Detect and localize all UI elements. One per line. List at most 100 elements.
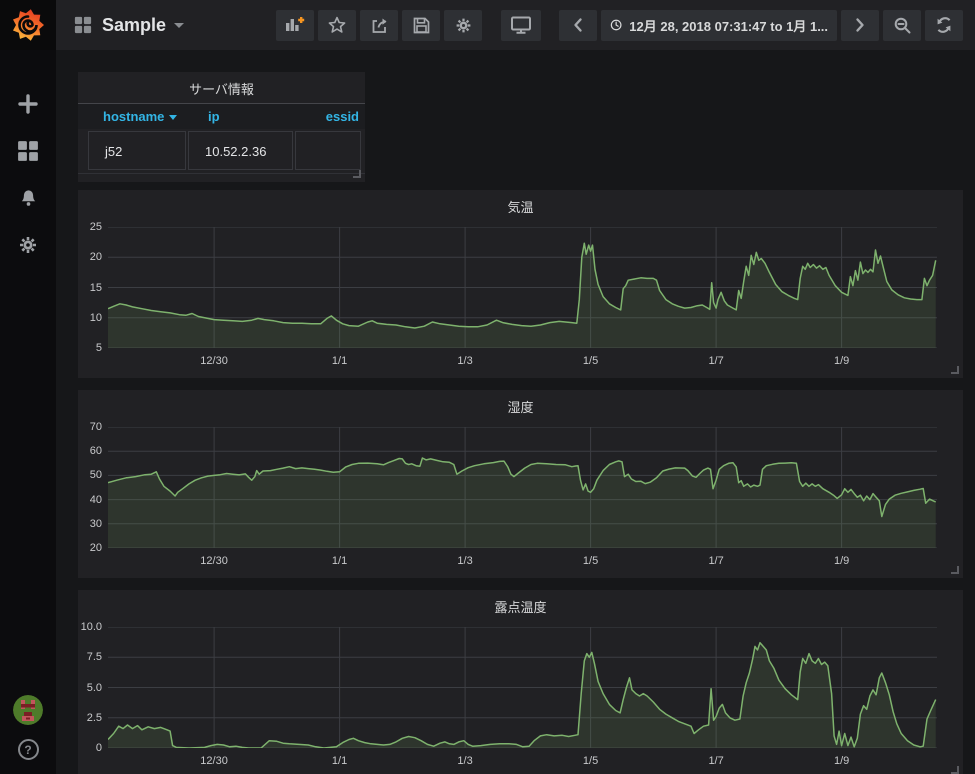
x-axis-tick-label: 1/3 <box>443 755 487 767</box>
cell-hostname: j52 <box>88 131 186 170</box>
sidebar-item-configuration[interactable] <box>16 233 40 257</box>
cell-ip: 10.52.2.36 <box>188 131 293 170</box>
y-axis-tick-label: 20 <box>78 251 102 263</box>
grafana-flame-icon <box>11 8 45 42</box>
dashboard-icon <box>74 16 92 34</box>
dashboard-nav: Sample <box>74 15 184 36</box>
y-axis-tick-label: 10.0 <box>78 621 102 633</box>
save-icon <box>412 16 431 35</box>
table-row: j52 10.52.2.36 <box>88 131 361 170</box>
y-axis-tick-label: 2.5 <box>78 712 102 724</box>
chevron-down-icon[interactable] <box>174 23 184 28</box>
share-dashboard-button[interactable] <box>360 10 398 41</box>
x-axis-tick-label: 1/5 <box>569 355 613 367</box>
y-axis-tick-label: 50 <box>78 469 102 481</box>
y-axis-tick-label: 25 <box>78 221 102 233</box>
chevron-left-icon <box>572 17 584 33</box>
tv-mode-button[interactable] <box>501 10 541 41</box>
plus-icon <box>17 93 39 115</box>
star-icon <box>328 16 346 34</box>
panel-title[interactable]: 湿度 <box>78 397 963 416</box>
table-header: hostname ip essid <box>78 103 365 129</box>
panel-server-info: サーバ情報 hostname ip essid j52 10.52.2.36 <box>78 72 365 182</box>
dashboard-toolbar <box>276 10 482 41</box>
help-button[interactable]: ? <box>18 739 39 760</box>
y-axis-tick-label: 30 <box>78 518 102 530</box>
time-range-picker[interactable]: 12月 28, 2018 07:31:47 to 1月 1... <box>601 10 837 41</box>
column-header-hostname[interactable]: hostname <box>103 104 177 130</box>
save-dashboard-button[interactable] <box>402 10 440 41</box>
sidebar-item-dashboards[interactable] <box>16 139 40 163</box>
time-forward-button[interactable] <box>841 10 879 41</box>
dew-point-chart[interactable] <box>108 627 937 748</box>
temperature-chart[interactable] <box>108 227 937 348</box>
panel-title[interactable]: 露点温度 <box>78 597 963 616</box>
chart-canvas <box>108 227 937 348</box>
x-axis-tick-label: 1/3 <box>443 555 487 567</box>
y-axis-tick-label: 20 <box>78 542 102 554</box>
sidebar-item-alerting[interactable] <box>16 186 40 210</box>
time-backward-button[interactable] <box>559 10 597 41</box>
x-axis-tick-label: 1/9 <box>820 555 864 567</box>
dashboards-grid-icon <box>17 140 39 162</box>
panel-dew-point: 露点温度 02.55.07.510.012/301/11/31/51/71/9 <box>78 590 963 774</box>
x-axis-tick-label: 1/3 <box>443 355 487 367</box>
grafana-logo[interactable] <box>0 0 56 50</box>
y-axis-tick-label: 7.5 <box>78 651 102 663</box>
bell-icon <box>18 188 39 209</box>
panel-temperature: 気温 51015202512/301/11/31/51/71/9 <box>78 190 963 378</box>
dashboard-title[interactable]: Sample <box>102 15 166 36</box>
y-axis-tick-label: 0 <box>78 742 102 754</box>
cell-essid <box>295 131 361 170</box>
top-navbar: Sample 12月 28, 2018 07:31:47 to 1月 1... <box>56 0 975 50</box>
chart-canvas <box>108 427 937 548</box>
column-header-ip[interactable]: ip <box>208 104 220 130</box>
refresh-icon <box>935 16 953 34</box>
humidity-chart[interactable] <box>108 427 937 548</box>
x-axis-tick-label: 1/5 <box>569 755 613 767</box>
time-range-label: 12月 28, 2018 07:31:47 to 1月 1... <box>629 16 828 35</box>
add-panel-button[interactable] <box>276 10 314 41</box>
star-dashboard-button[interactable] <box>318 10 356 41</box>
panel-resize-handle[interactable] <box>951 366 959 374</box>
y-axis-tick-label: 15 <box>78 282 102 294</box>
x-axis-tick-label: 1/7 <box>694 555 738 567</box>
y-axis-tick-label: 70 <box>78 421 102 433</box>
panel-resize-handle[interactable] <box>951 566 959 574</box>
panel-resize-handle[interactable] <box>951 766 959 774</box>
grafana-app: ? Sample 12月 28, 2018 07:31:47 to 1月 1..… <box>0 0 975 774</box>
x-axis-tick-label: 1/7 <box>694 355 738 367</box>
zoom-out-button[interactable] <box>883 10 921 41</box>
share-icon <box>370 16 389 35</box>
y-axis-tick-label: 60 <box>78 445 102 457</box>
sidebar-menu <box>16 92 40 257</box>
column-header-essid[interactable]: essid <box>326 104 359 130</box>
panel-title[interactable]: 気温 <box>78 197 963 216</box>
zoom-out-icon <box>893 16 912 35</box>
y-axis-tick-label: 40 <box>78 494 102 506</box>
time-controls: 12月 28, 2018 07:31:47 to 1月 1... <box>559 10 963 41</box>
sidebar-item-create[interactable] <box>16 92 40 116</box>
x-axis-tick-label: 12/30 <box>192 355 236 367</box>
x-axis-tick-label: 12/30 <box>192 755 236 767</box>
table-divider <box>78 173 365 174</box>
x-axis-tick-label: 1/7 <box>694 755 738 767</box>
panel-resize-handle[interactable] <box>353 170 361 178</box>
refresh-button[interactable] <box>925 10 963 41</box>
x-axis-tick-label: 12/30 <box>192 555 236 567</box>
gear-icon <box>454 16 473 35</box>
y-axis-tick-label: 5.0 <box>78 682 102 694</box>
sidebar: ? <box>0 0 56 774</box>
x-axis-tick-label: 1/5 <box>569 555 613 567</box>
clock-icon <box>610 17 622 33</box>
add-panel-icon <box>285 16 305 34</box>
x-axis-tick-label: 1/9 <box>820 755 864 767</box>
y-axis-tick-label: 5 <box>78 342 102 354</box>
x-axis-tick-label: 1/1 <box>318 355 362 367</box>
panel-title[interactable]: サーバ情報 <box>78 79 365 98</box>
x-axis-tick-label: 1/9 <box>820 355 864 367</box>
dashboard-settings-button[interactable] <box>444 10 482 41</box>
help-glyph: ? <box>24 743 31 757</box>
user-avatar[interactable] <box>13 695 43 725</box>
sidebar-bottom: ? <box>13 695 43 774</box>
